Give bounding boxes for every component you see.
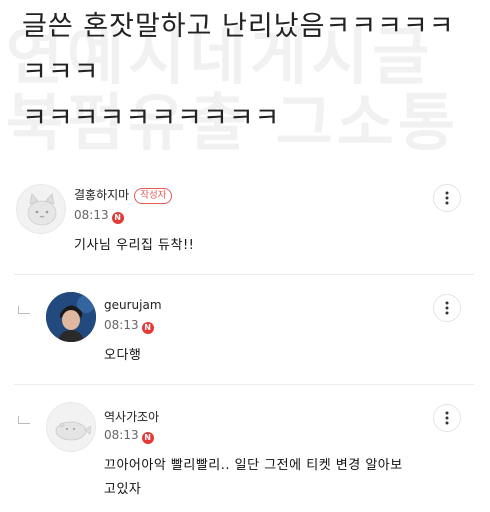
comment-body: 오다행 [104, 348, 142, 363]
more-vertical-icon [445, 191, 449, 205]
comment-item: 결홍하지마 작성자 08:13 N 기사님 우리집 듀착!! [0, 178, 490, 276]
comment-author[interactable]: 결홍하지마 작성자 [74, 186, 173, 204]
new-badge: N [141, 322, 154, 334]
more-vertical-icon [445, 411, 449, 425]
comment-time: 08:13 N [104, 318, 154, 334]
reply-arrow-icon [18, 416, 30, 424]
reply-arrow-icon [18, 306, 30, 314]
more-options-button[interactable] [433, 404, 461, 432]
divider [14, 274, 474, 275]
new-badge: N [141, 432, 154, 444]
comment-author[interactable]: 역사가조아 [104, 408, 159, 425]
comment-reply: geurujam 08:13 N 오다행 [0, 288, 490, 386]
photo-avatar [46, 292, 96, 342]
new-badge: N [111, 212, 124, 224]
more-options-button[interactable] [433, 294, 461, 322]
seal-avatar-icon [55, 421, 92, 441]
more-vertical-icon [445, 301, 449, 315]
comment-reply: 역사가조아 08:13 N 끄아어아악 빨리빨리.. 일단 그전에 티켓 변경 알… [0, 398, 490, 512]
comment-body: 기사님 우리집 듀착!! [74, 238, 195, 253]
comment-body: 끄아어아악 빨리빨리.. 일단 그전에 티켓 변경 알아보 고있자 [104, 458, 403, 497]
post-content: 연예시네게시글 북펌유출 그소통 글쓴 혼잣말하고 난리났음ㅋㅋㅋㅋㅋㅋㅋㅋ ㅋ… [0, 0, 490, 165]
author-badge: 작성자 [134, 188, 173, 204]
divider [14, 384, 474, 385]
post-text: 글쓴 혼잣말하고 난리났음ㅋㅋㅋㅋㅋㅋㅋㅋ ㅋㅋㅋㅋㅋㅋㅋㅋㅋㅋ [22, 11, 455, 134]
avatar[interactable] [46, 402, 96, 452]
more-options-button[interactable] [433, 184, 461, 212]
comment-author[interactable]: geurujam [104, 298, 162, 312]
cat-avatar-icon [27, 193, 57, 226]
avatar[interactable] [46, 292, 96, 342]
avatar[interactable] [16, 184, 66, 234]
comment-time: 08:13 N [104, 428, 154, 444]
comment-time: 08:13 N [74, 208, 124, 224]
